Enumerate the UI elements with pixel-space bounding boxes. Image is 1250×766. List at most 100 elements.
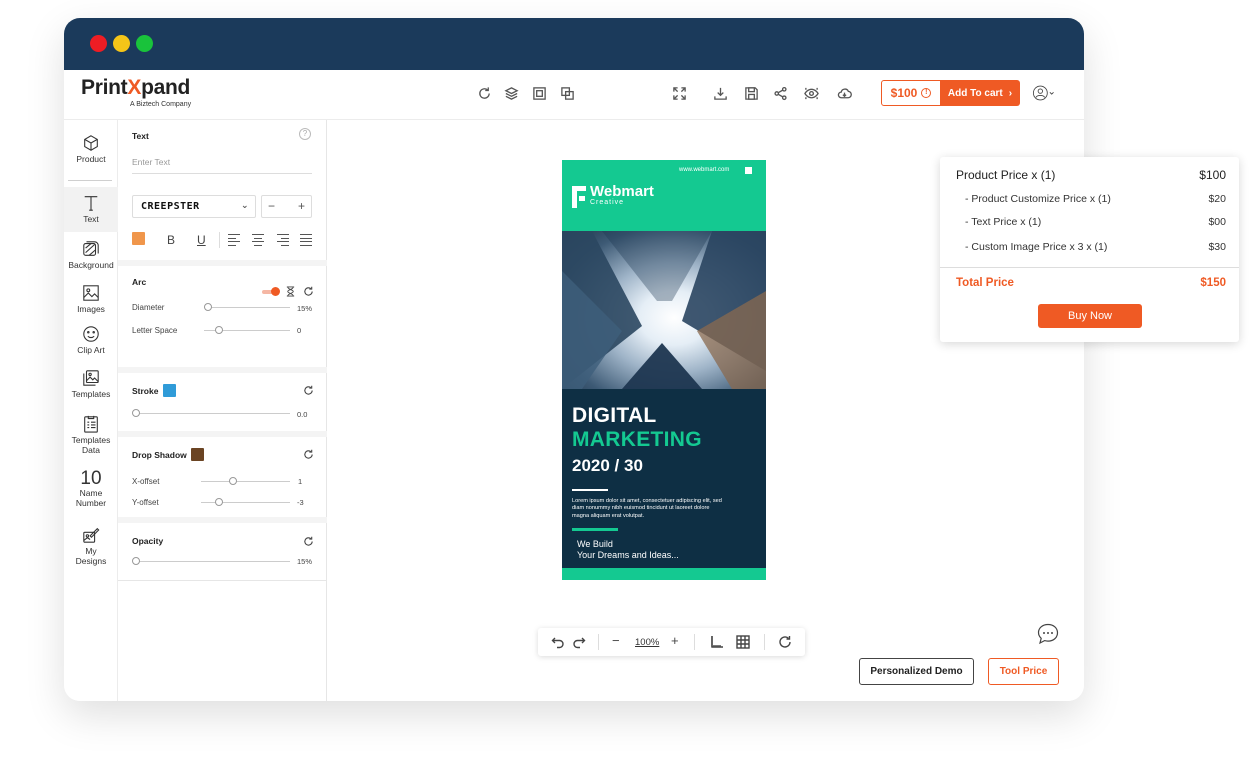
cloud-icon[interactable] <box>835 84 853 102</box>
x-offset-slider-handle[interactable] <box>229 477 237 485</box>
poster-accent-bar <box>572 528 618 531</box>
refresh-icon[interactable] <box>475 84 493 102</box>
align-justify-icon[interactable] <box>300 234 312 247</box>
sidebar-item-my-designs[interactable]: My Designs <box>64 526 118 566</box>
sidebar-item-clip-art[interactable]: Clip Art <box>64 325 118 355</box>
minimize-window-button[interactable] <box>113 35 130 52</box>
diameter-slider-track[interactable] <box>204 307 290 308</box>
font-size-decrease-button[interactable]: − <box>268 199 275 213</box>
hourglass-icon[interactable] <box>285 286 296 297</box>
diameter-slider-handle[interactable] <box>204 303 212 311</box>
y-offset-slider-handle[interactable] <box>215 498 223 506</box>
arc-section-title: Arc <box>132 277 147 287</box>
reset-view-icon[interactable] <box>778 635 792 652</box>
reset-icon[interactable] <box>303 385 314 396</box>
skyscraper-photo <box>562 231 766 389</box>
text-input[interactable]: Enter Text <box>132 154 312 174</box>
arrange-icon[interactable] <box>558 84 576 102</box>
stroke-slider-track[interactable] <box>136 413 290 414</box>
share-icon[interactable] <box>771 84 789 102</box>
poster-design[interactable]: www.webmart.com Webmart Creative DIGITAL… <box>562 160 766 580</box>
price-breakdown-row: - Custom Image Price x 3 x (1) $30 <box>965 241 1226 253</box>
reset-icon[interactable] <box>303 449 314 460</box>
sidebar-item-product[interactable]: Product <box>64 134 118 174</box>
poster-brand-sub: Creative <box>590 199 625 206</box>
cube-icon <box>84 135 98 151</box>
align-left-icon[interactable] <box>228 234 240 247</box>
sidebar-item-name-number[interactable]: 10 Name Number <box>64 469 118 508</box>
sidebar-item-label: Background <box>68 260 114 270</box>
poster-footer-bar <box>562 568 766 580</box>
font-size-stepper[interactable]: − + <box>261 195 312 218</box>
font-select[interactable]: CREEPSTER ⌄ <box>132 195 256 218</box>
price-row-label: - Product Customize Price x (1) <box>965 193 1111 205</box>
font-size-increase-button[interactable]: + <box>298 199 305 213</box>
personalized-demo-button[interactable]: Personalized Demo <box>859 658 974 685</box>
x-offset-slider-track[interactable] <box>201 481 290 482</box>
save-icon[interactable] <box>742 84 760 102</box>
sidebar-item-templates-data[interactable]: Templates Data <box>64 415 118 455</box>
sidebar-item-templates[interactable]: Templates <box>64 369 118 399</box>
preview-icon[interactable] <box>802 84 820 102</box>
zoom-divider <box>764 634 765 650</box>
price-breakdown-row: - Text Price x (1) $00 <box>965 216 1226 228</box>
price-row-value: $30 <box>1208 241 1226 253</box>
poster-cta-line-2: Your Dreams and Ideas... <box>577 550 679 560</box>
buy-now-button[interactable]: Buy Now <box>1038 304 1142 328</box>
align-center-icon[interactable] <box>252 234 264 247</box>
fullscreen-icon[interactable] <box>670 84 688 102</box>
undo-icon[interactable] <box>551 635 565 652</box>
reset-icon[interactable] <box>303 286 314 297</box>
chat-icon[interactable] <box>1036 623 1060 645</box>
left-sidebar: Product Text Background Images Clip Art … <box>64 120 118 701</box>
diameter-value: 15% <box>297 304 313 313</box>
sidebar-item-images[interactable]: Images <box>64 284 118 314</box>
letter-space-slider-handle[interactable] <box>215 326 223 334</box>
opacity-slider-track[interactable] <box>136 561 290 562</box>
total-price-row: Total Price $150 <box>956 277 1226 289</box>
text-color-swatch[interactable] <box>132 232 145 245</box>
templates-icon <box>83 370 99 386</box>
zoom-toolbar: − 100% + <box>538 628 805 656</box>
sidebar-item-background[interactable]: Background <box>64 240 118 270</box>
price-row-label: - Text Price x (1) <box>965 216 1042 228</box>
shadow-color-swatch[interactable] <box>191 448 204 461</box>
zoom-in-button[interactable]: + <box>671 633 679 648</box>
sidebar-divider <box>68 180 112 181</box>
maximize-window-button[interactable] <box>136 35 153 52</box>
diameter-label: Diameter <box>132 303 165 312</box>
product-price-value: $100 <box>1199 168 1226 182</box>
download-icon[interactable] <box>711 84 729 102</box>
tool-price-button[interactable]: Tool Price <box>988 658 1059 685</box>
layers-icon[interactable] <box>502 84 520 102</box>
arc-toggle[interactable] <box>262 287 280 296</box>
help-icon[interactable]: ? <box>299 128 311 140</box>
price-button[interactable]: $100! <box>881 80 941 106</box>
sidebar-item-text[interactable]: Text <box>64 187 118 232</box>
duplicate-icon[interactable] <box>530 84 548 102</box>
reset-icon[interactable] <box>303 536 314 547</box>
price-row-label: - Custom Image Price x 3 x (1) <box>965 241 1108 253</box>
zoom-out-button[interactable]: − <box>612 633 620 648</box>
drop-shadow-section: Drop Shadow X-offset 1 Y-offset -3 <box>118 437 327 523</box>
text-icon <box>84 196 98 211</box>
stroke-slider-handle[interactable] <box>132 409 140 417</box>
align-right-icon[interactable] <box>277 234 289 247</box>
my-designs-icon <box>83 527 100 543</box>
add-to-cart-button[interactable]: Add To cart › <box>940 80 1020 106</box>
poster-body-text: Lorem ipsum dolor sit amet, consectetuer… <box>572 498 722 519</box>
stroke-color-swatch[interactable] <box>163 384 176 397</box>
bold-button[interactable]: B <box>167 233 175 247</box>
title-bar <box>64 18 1084 70</box>
ruler-icon[interactable] <box>710 635 724 652</box>
opacity-slider-handle[interactable] <box>132 557 140 565</box>
underline-button[interactable]: U <box>197 233 206 247</box>
poster-headline-3: 2020 / 30 <box>572 456 643 475</box>
skyscraper-illustration <box>562 231 766 389</box>
zoom-divider <box>598 634 599 650</box>
zoom-level[interactable]: 100% <box>635 637 659 648</box>
user-account-icon[interactable] <box>1033 82 1055 104</box>
redo-icon[interactable] <box>572 635 586 652</box>
close-window-button[interactable] <box>90 35 107 52</box>
grid-icon[interactable] <box>736 635 750 652</box>
